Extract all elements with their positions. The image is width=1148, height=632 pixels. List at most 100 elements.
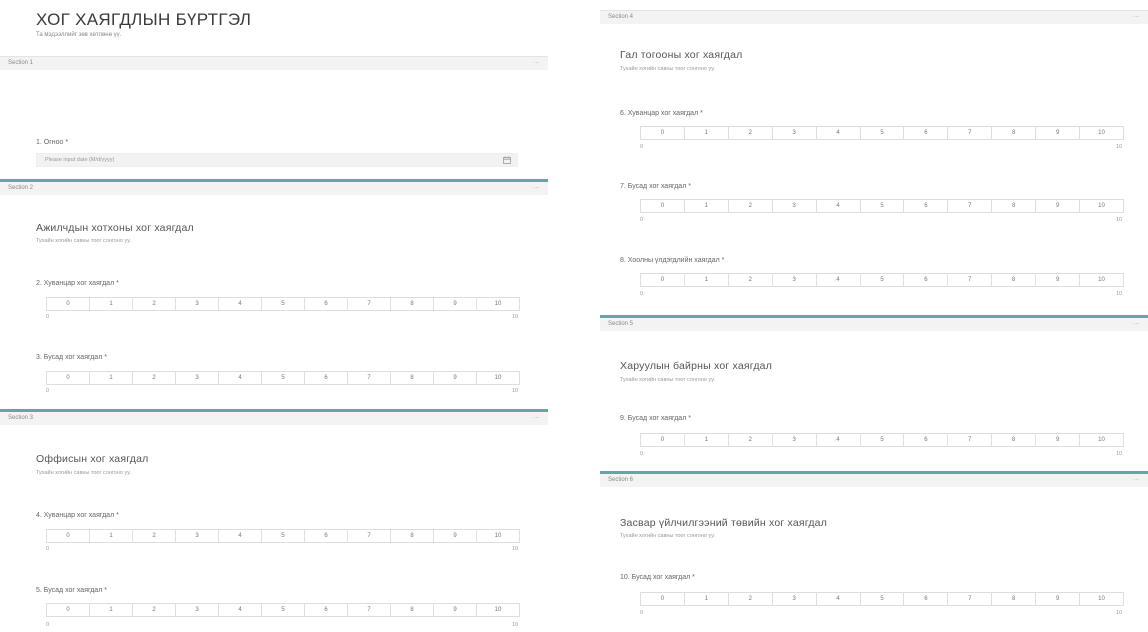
scale-option[interactable]: 4 [219,530,262,542]
scale-option[interactable]: 3 [773,127,817,139]
scale-option[interactable]: 8 [391,298,434,310]
scale-option[interactable]: 8 [391,604,434,616]
scale-option[interactable]: 6 [305,604,348,616]
scale-option[interactable]: 7 [348,372,391,384]
scale-option[interactable]: 2 [133,372,176,384]
scale-option[interactable]: 6 [904,200,949,212]
scale-option[interactable]: 5 [861,593,905,605]
scale-option[interactable]: 1 [685,274,729,286]
scale-option[interactable]: 2 [133,604,176,616]
scale-option[interactable]: 9 [434,372,477,384]
section-header-2[interactable]: Section 2 … [0,179,548,195]
scale-option[interactable]: 0 [641,127,685,139]
scale-option[interactable]: 9 [434,604,477,616]
scale-option[interactable]: 0 [47,604,90,616]
scale-option[interactable]: 9 [434,530,477,542]
scale-option[interactable]: 6 [305,372,348,384]
scale-option[interactable]: 0 [47,298,90,310]
scale-option[interactable]: 1 [90,298,133,310]
scale-option[interactable]: 7 [348,298,391,310]
scale-option[interactable]: 4 [817,200,861,212]
scale-option[interactable]: 9 [1036,127,1081,139]
scale-option[interactable]: 4 [219,372,262,384]
scale-option[interactable]: 4 [219,298,262,310]
section-header-5[interactable]: Section 5 … [600,315,1148,331]
scale-option[interactable]: 6 [904,593,949,605]
scale-option[interactable]: 9 [1036,593,1081,605]
scale-option[interactable]: 1 [90,604,133,616]
scale-option[interactable]: 8 [992,127,1037,139]
scale-option[interactable]: 8 [391,530,434,542]
scale-option[interactable]: 10 [477,604,519,616]
more-icon[interactable]: … [1133,319,1140,326]
scale-option[interactable]: 6 [305,298,348,310]
section-header-6[interactable]: Section 6 … [600,471,1148,487]
scale-option[interactable]: 2 [133,298,176,310]
scale-option[interactable]: 1 [685,200,729,212]
scale-option[interactable]: 7 [948,274,993,286]
scale-option[interactable]: 10 [1080,274,1123,286]
scale-option[interactable]: 10 [477,530,519,542]
scale-option[interactable]: 7 [948,127,993,139]
scale-option[interactable]: 3 [176,372,219,384]
section-header-4[interactable]: Section 4 … [600,10,1148,24]
scale-option[interactable]: 5 [262,372,305,384]
scale-option[interactable]: 8 [992,200,1037,212]
scale-option[interactable]: 0 [641,593,685,605]
scale-option[interactable]: 9 [1036,200,1081,212]
scale-option[interactable]: 10 [477,372,519,384]
scale-option[interactable]: 4 [219,604,262,616]
date-input[interactable]: Please input date (M/d/yyyy) [36,153,518,167]
scale-option[interactable]: 6 [904,127,949,139]
scale-option[interactable]: 8 [992,593,1037,605]
scale-option[interactable]: 5 [861,200,905,212]
scale-option[interactable]: 4 [817,274,861,286]
scale-option[interactable]: 3 [773,593,817,605]
scale-option[interactable]: 2 [729,127,773,139]
scale-option[interactable]: 3 [176,604,219,616]
scale-option[interactable]: 1 [90,530,133,542]
scale-option[interactable]: 2 [729,200,773,212]
scale-option[interactable]: 4 [817,593,861,605]
scale-option[interactable]: 5 [861,127,905,139]
more-icon[interactable]: … [1133,475,1140,482]
scale-option[interactable]: 7 [948,200,993,212]
scale-option[interactable]: 5 [861,274,905,286]
scale-option[interactable]: 10 [1080,200,1123,212]
scale-option[interactable]: 7 [948,434,993,446]
scale-option[interactable]: 0 [641,200,685,212]
scale-option[interactable]: 2 [729,593,773,605]
scale-option[interactable]: 10 [1080,434,1123,446]
scale-option[interactable]: 10 [1080,127,1123,139]
scale-option[interactable]: 7 [348,530,391,542]
scale-option[interactable]: 9 [434,298,477,310]
scale-option[interactable]: 8 [992,434,1037,446]
scale-option[interactable]: 9 [1036,434,1081,446]
scale-option[interactable]: 0 [641,274,685,286]
scale-option[interactable]: 6 [305,530,348,542]
scale-option[interactable]: 7 [948,593,993,605]
more-icon[interactable]: … [533,183,540,190]
scale-option[interactable]: 2 [729,274,773,286]
scale-option[interactable]: 3 [773,200,817,212]
scale-option[interactable]: 2 [729,434,773,446]
scale-option[interactable]: 5 [861,434,905,446]
scale-option[interactable]: 3 [176,298,219,310]
scale-option[interactable]: 10 [477,298,519,310]
scale-option[interactable]: 8 [992,274,1037,286]
scale-option[interactable]: 0 [47,372,90,384]
scale-option[interactable]: 4 [817,127,861,139]
scale-option[interactable]: 5 [262,298,305,310]
scale-option[interactable]: 5 [262,530,305,542]
scale-option[interactable]: 6 [904,434,949,446]
scale-option[interactable]: 2 [133,530,176,542]
scale-option[interactable]: 1 [685,127,729,139]
scale-option[interactable]: 4 [817,434,861,446]
scale-option[interactable]: 9 [1036,274,1081,286]
scale-option[interactable]: 0 [47,530,90,542]
scale-option[interactable]: 5 [262,604,305,616]
more-icon[interactable]: … [533,413,540,420]
scale-option[interactable]: 6 [904,274,949,286]
scale-option[interactable]: 1 [685,593,729,605]
section-header-1[interactable]: Section 1 … [0,56,548,70]
